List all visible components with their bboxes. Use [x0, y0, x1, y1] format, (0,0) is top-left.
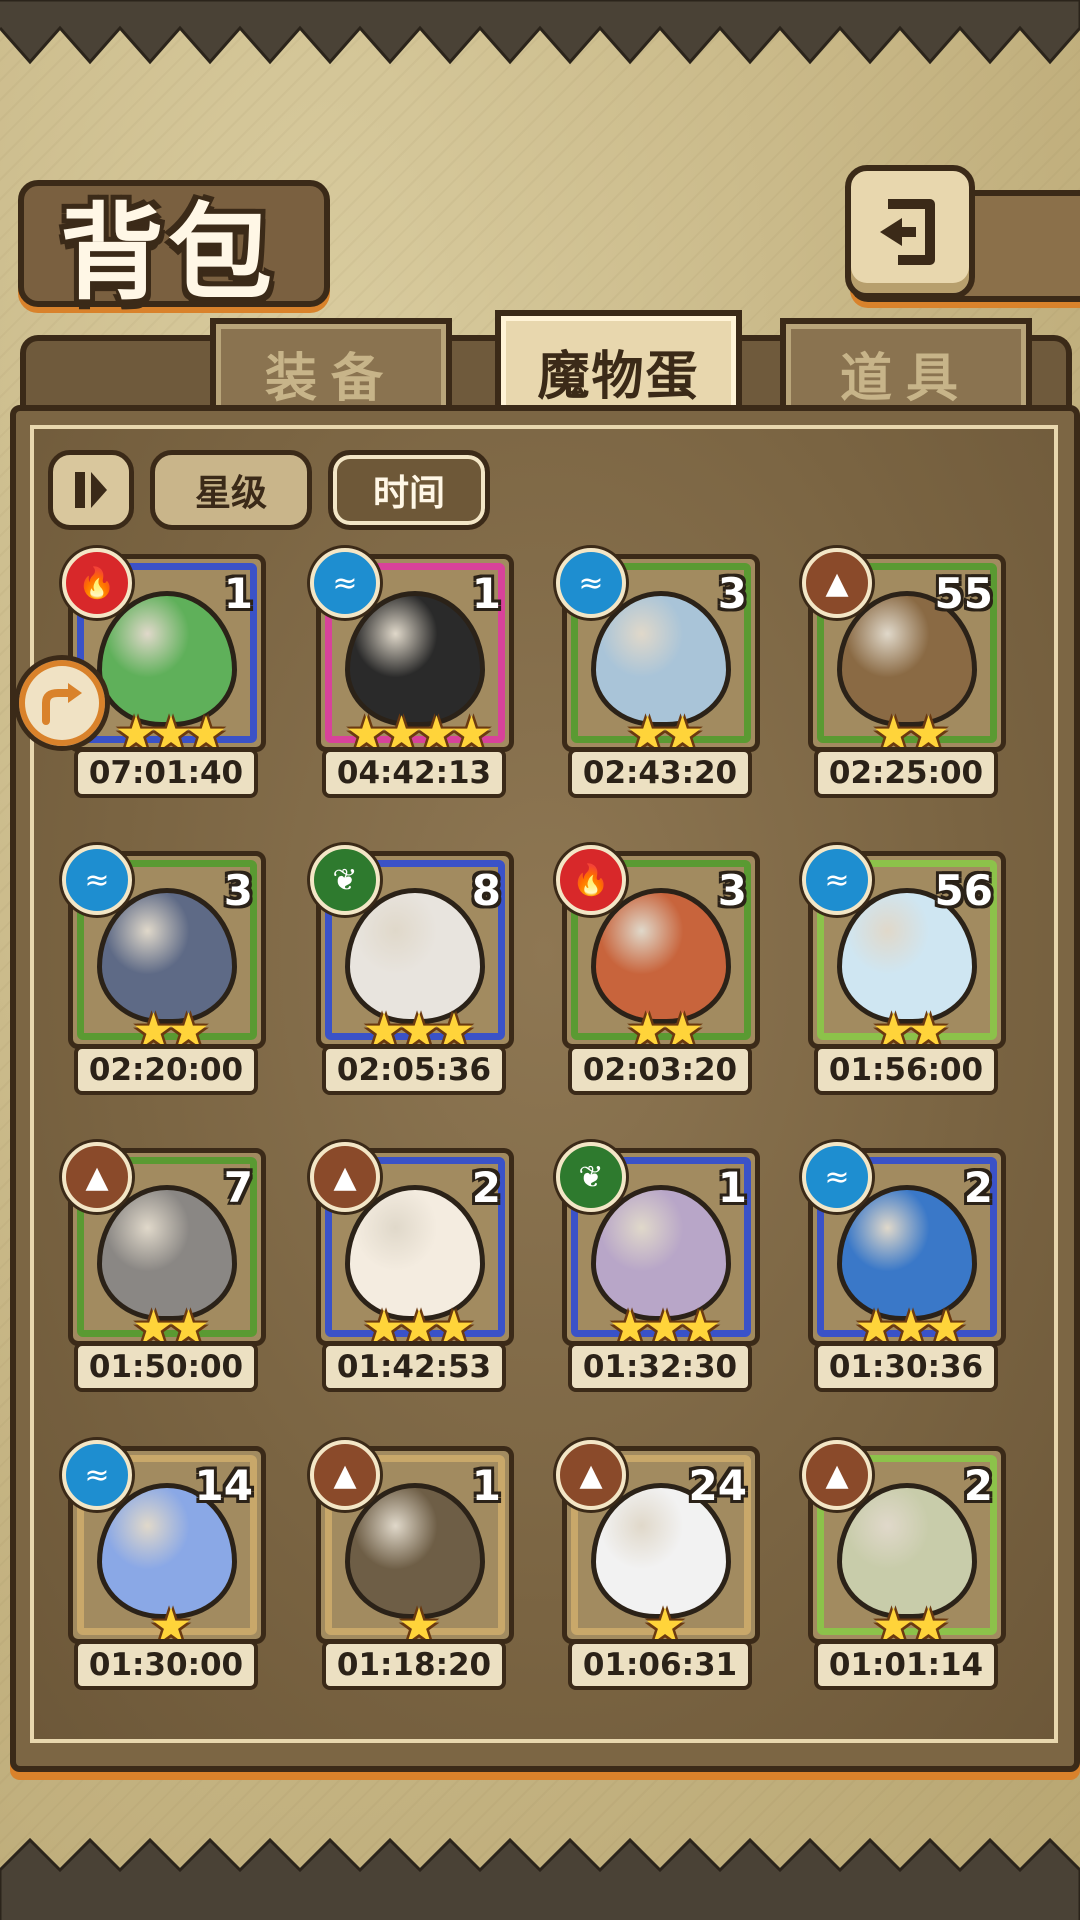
egg-count: 55	[934, 569, 993, 618]
egg-count: 8	[471, 866, 501, 915]
sort-by-stars-button[interactable]: 星级	[150, 450, 312, 530]
star-rating: ★	[149, 1598, 192, 1644]
star-rating: ★	[643, 1598, 686, 1644]
egg-slot[interactable]: 7 ★★ ▲ 01:50:00	[60, 1142, 266, 1392]
egg-slot[interactable]: 8 ★★★ ❦ 02:05:36	[308, 845, 514, 1095]
star-rating: ★★	[131, 1003, 210, 1049]
star-rating: ★★	[625, 706, 704, 752]
egg-count: 24	[688, 1461, 747, 1510]
egg-slot[interactable]: 3 ★★ 🔥 02:03:20	[554, 845, 760, 1095]
hatch-timer: 01:06:31	[568, 1640, 752, 1690]
egg-slot[interactable]: 3 ★★ ≈02:20:00	[60, 845, 266, 1095]
mountain-icon: ▲	[310, 1440, 380, 1510]
egg-slot[interactable]: 14 ★ ≈01:30:00	[60, 1440, 266, 1690]
water-icon: ≈	[802, 845, 872, 915]
egg-slot[interactable]: 2 ★★★ ▲ 01:42:53	[308, 1142, 514, 1392]
zigzag-bottom-border	[0, 1837, 1080, 1920]
hatch-timer: 01:30:36	[814, 1342, 998, 1392]
hatch-timer: 01:30:00	[74, 1640, 258, 1690]
page-title: 背包	[60, 191, 277, 314]
tab-label: 装备	[264, 348, 397, 409]
share-button[interactable]	[14, 655, 110, 751]
egg-count: 3	[223, 866, 253, 915]
egg-slot[interactable]: 2 ★★★ ≈01:30:36	[800, 1142, 1006, 1392]
egg-slot[interactable]: 24 ★ ▲ 01:06:31	[554, 1440, 760, 1690]
tab-label: 魔物蛋	[537, 346, 700, 407]
water-icon: ≈	[62, 1440, 132, 1510]
star-rating: ★★★	[362, 1300, 475, 1346]
star-rating: ★★★★	[344, 706, 493, 752]
mountain-icon: ▲	[62, 1142, 132, 1212]
egg-slot[interactable]: 1 ★★★★ ≈04:42:13	[308, 548, 514, 798]
hatch-timer: 07:01:40	[74, 748, 258, 798]
tab-label: 道具	[839, 348, 972, 409]
hatch-timer: 01:18:20	[322, 1640, 506, 1690]
mountain-icon: ▲	[802, 548, 872, 618]
sort-label: 星级	[194, 473, 267, 514]
water-icon: ≈	[556, 548, 626, 618]
leaf-icon: ❦	[310, 845, 380, 915]
star-rating: ★★★	[854, 1300, 967, 1346]
egg-count: 1	[717, 1163, 747, 1212]
sort-by-time-button[interactable]: 时间	[328, 450, 490, 530]
sort-order-toggle[interactable]	[48, 450, 134, 530]
flame-icon: 🔥	[62, 548, 132, 618]
hatch-timer: 01:01:14	[814, 1640, 998, 1690]
return-arrow-icon	[880, 199, 935, 265]
egg-count: 14	[194, 1461, 253, 1510]
egg-count: 2	[471, 1163, 501, 1212]
egg-slot[interactable]: 2 ★★ ▲ 01:01:14	[800, 1440, 1006, 1690]
egg-count: 1	[471, 1461, 501, 1510]
leaf-icon: ❦	[556, 1142, 626, 1212]
egg-slot[interactable]: 1 ★★★ ❦ 01:32:30	[554, 1142, 760, 1392]
star-rating: ★★	[625, 1003, 704, 1049]
star-rating: ★★	[871, 1003, 950, 1049]
hatch-timer: 02:43:20	[568, 748, 752, 798]
egg-count: 2	[963, 1163, 993, 1212]
zigzag-top-border	[0, 0, 1080, 65]
star-rating: ★	[397, 1598, 440, 1644]
pause-bars-icon	[75, 472, 107, 508]
egg-count: 2	[963, 1461, 993, 1510]
hatch-timer: 01:56:00	[814, 1045, 998, 1095]
back-button[interactable]	[845, 165, 975, 299]
water-icon: ≈	[62, 845, 132, 915]
mountain-icon: ▲	[310, 1142, 380, 1212]
egg-count: 1	[471, 569, 501, 618]
mountain-icon: ▲	[556, 1440, 626, 1510]
hatch-timer: 01:32:30	[568, 1342, 752, 1392]
egg-count: 1	[223, 569, 253, 618]
water-icon: ≈	[310, 548, 380, 618]
sort-label: 时间	[372, 473, 445, 514]
hatch-timer: 01:42:53	[322, 1342, 506, 1392]
hatch-timer: 04:42:13	[322, 748, 506, 798]
egg-count: 3	[717, 569, 747, 618]
mountain-icon: ▲	[802, 1440, 872, 1510]
egg-slot[interactable]: 1 ★ ▲ 01:18:20	[308, 1440, 514, 1690]
star-rating: ★★★	[608, 1300, 721, 1346]
share-arrow-icon	[42, 683, 82, 725]
flame-icon: 🔥	[556, 845, 626, 915]
egg-count: 56	[934, 866, 993, 915]
hatch-timer: 02:05:36	[322, 1045, 506, 1095]
water-icon: ≈	[802, 1142, 872, 1212]
egg-count: 7	[223, 1163, 253, 1212]
hatch-timer: 01:50:00	[74, 1342, 258, 1392]
star-rating: ★★★	[362, 1003, 475, 1049]
egg-count: 3	[717, 866, 747, 915]
egg-slot[interactable]: 55 ★★ ▲ 02:25:00	[800, 548, 1006, 798]
egg-slot[interactable]: 56 ★★ ≈01:56:00	[800, 845, 1006, 1095]
star-rating: ★★	[131, 1300, 210, 1346]
hatch-timer: 02:03:20	[568, 1045, 752, 1095]
hatch-timer: 02:20:00	[74, 1045, 258, 1095]
egg-slot[interactable]: 3 ★★ ≈02:43:20	[554, 548, 760, 798]
hatch-timer: 02:25:00	[814, 748, 998, 798]
star-rating: ★★	[871, 706, 950, 752]
star-rating: ★★	[871, 1598, 950, 1644]
